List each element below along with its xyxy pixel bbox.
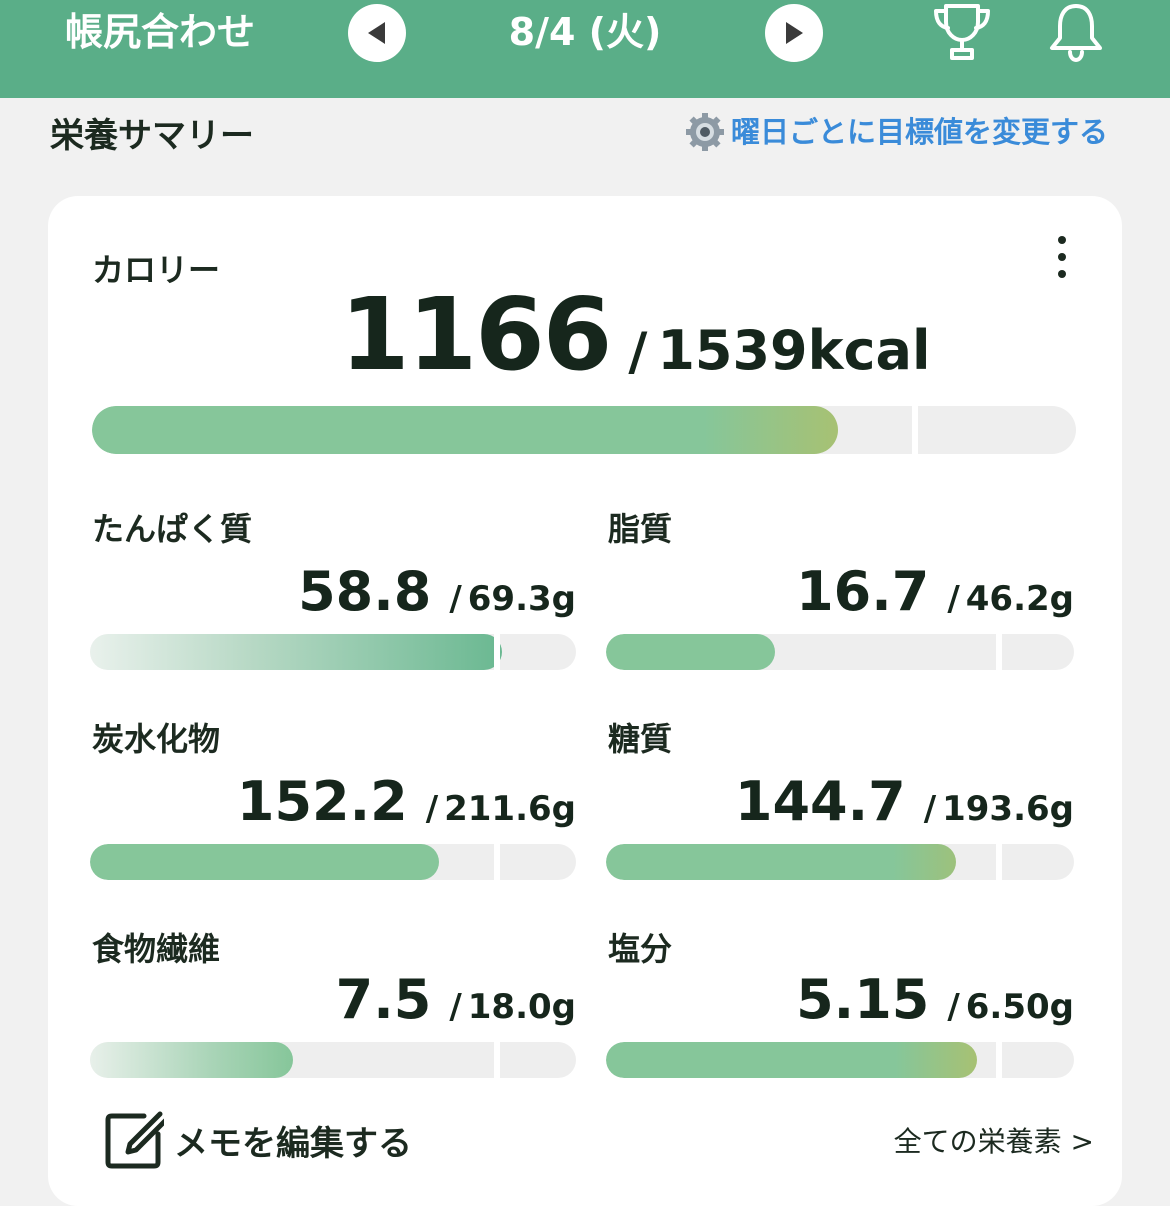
fiber-progress-fill (90, 1042, 293, 1078)
edit-memo-label: メモを編集する (174, 1123, 412, 1164)
fat-progress-fill (606, 634, 775, 670)
fiber-current: 7.5 (335, 968, 432, 1031)
salt-progress-divider (996, 1042, 1002, 1078)
sugar-value: 144.7 / 193.6g (606, 770, 1074, 834)
fat-separator: / (947, 579, 960, 619)
calorie-current: 1166 (340, 276, 612, 393)
gear-icon (685, 113, 724, 151)
all-nutrients-link[interactable]: 全ての栄養素 > (894, 1120, 1094, 1164)
fiber-separator: / (449, 987, 462, 1027)
salt-value: 5.15 / 6.50g (606, 968, 1074, 1032)
salt-progress-bar (606, 1042, 1074, 1078)
fat-label: 脂質 (608, 510, 673, 548)
sugar-separator: / (923, 789, 937, 829)
app-header: 帳尻合わせ 8/4 (火) (0, 0, 1170, 98)
protein-separator: / (449, 579, 462, 619)
carbs-progress-fill (90, 844, 439, 880)
salt-target: 6.50g (965, 987, 1074, 1027)
fiber-progress-divider (494, 1042, 500, 1078)
protein-target: 69.3g (467, 579, 576, 619)
current-date[interactable]: 8/4 (火) (470, 8, 700, 56)
change-targets-by-weekday-link[interactable]: 曜日ごとに目標値を変更する (685, 110, 1108, 154)
carbs-target: 211.6g (444, 789, 576, 829)
salt-label: 塩分 (608, 930, 673, 968)
more-dot-icon (1058, 253, 1066, 261)
edit-memo-button[interactable]: メモを編集する (104, 1108, 412, 1172)
protein-progress-divider (494, 634, 500, 670)
previous-day-button[interactable] (348, 4, 406, 62)
carbs-separator: / (425, 789, 439, 829)
protein-progress-fill (90, 634, 502, 670)
next-day-button[interactable] (765, 4, 823, 62)
more-dot-icon (1058, 270, 1066, 278)
sugar-current: 144.7 (734, 770, 906, 833)
trophy-icon (934, 4, 990, 60)
fat-progress-divider (996, 634, 1002, 670)
calorie-value: 1166 / 1539kcal (340, 276, 931, 393)
section-title: 栄養サマリー (50, 116, 254, 156)
salt-current: 5.15 (796, 968, 930, 1031)
sugar-label: 糖質 (608, 720, 673, 758)
calorie-target: 1539kcal (657, 319, 931, 382)
carbs-progress-bar (90, 844, 576, 880)
more-dot-icon (1058, 236, 1066, 244)
triangle-right-icon (786, 22, 803, 44)
sugar-target: 193.6g (942, 789, 1074, 829)
fiber-label: 食物繊維 (92, 930, 221, 968)
edit-memo-icon (105, 1111, 164, 1169)
fat-current: 16.7 (796, 560, 930, 623)
fat-progress-bar (606, 634, 1074, 670)
sugar-progress-fill (606, 844, 956, 880)
sugar-progress-divider (996, 844, 1002, 880)
salt-separator: / (947, 987, 960, 1027)
sugar-progress-bar (606, 844, 1074, 880)
protein-value: 58.8 / 69.3g (92, 560, 576, 624)
trophy-button[interactable] (930, 0, 994, 70)
fat-target: 46.2g (965, 579, 1074, 619)
triangle-left-icon (368, 22, 385, 44)
header-title: 帳尻合わせ (65, 10, 256, 54)
carbs-progress-divider (494, 844, 500, 880)
fiber-target: 18.0g (467, 987, 576, 1027)
protein-label: たんぱく質 (92, 510, 253, 548)
carbs-value: 152.2 / 211.6g (92, 770, 576, 834)
more-options-button[interactable] (1040, 232, 1084, 282)
carbs-label: 炭水化物 (92, 720, 221, 758)
carbs-current: 152.2 (236, 770, 408, 833)
calorie-separator: / (628, 322, 648, 382)
fiber-value: 7.5 / 18.0g (92, 968, 576, 1032)
calorie-label: カロリー (92, 251, 221, 289)
change-targets-label: 曜日ごとに目標値を変更する (730, 115, 1108, 149)
calorie-progress-divider (912, 406, 918, 454)
calorie-progress-bar (92, 406, 1076, 454)
salt-progress-fill (606, 1042, 977, 1078)
calorie-progress-fill (92, 406, 838, 454)
fiber-progress-bar (90, 1042, 576, 1078)
protein-progress-bar (90, 634, 576, 670)
fat-value: 16.7 / 46.2g (606, 560, 1074, 624)
notification-button[interactable] (1044, 0, 1108, 70)
bell-icon (1050, 4, 1102, 62)
protein-current: 58.8 (298, 560, 432, 623)
